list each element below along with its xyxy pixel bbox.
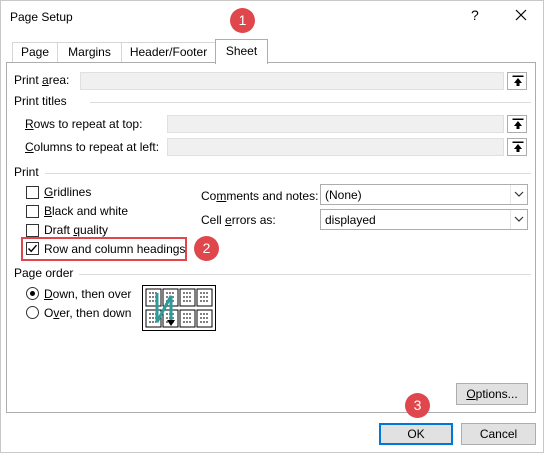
comments-pre: Co	[201, 189, 217, 203]
cell-errors-pre: Cell	[201, 213, 226, 227]
close-icon[interactable]	[510, 4, 532, 26]
gridlines-rest: ridlines	[53, 185, 92, 199]
draft-rest: uality	[80, 223, 109, 237]
over-then-down-label[interactable]: Over, then down	[44, 306, 131, 320]
black-and-white-checkbox[interactable]	[26, 205, 39, 218]
draft-quality-label[interactable]: Draft quality	[44, 223, 108, 237]
tab-sheet[interactable]: Sheet	[215, 39, 268, 64]
down-over-rest: own, then over	[52, 287, 132, 301]
annotation-badge-1: 1	[230, 8, 255, 33]
gridlines-checkbox[interactable]	[26, 186, 39, 199]
comments-notes-label: Comments and notes:	[201, 189, 318, 203]
comments-rest: ments and notes:	[226, 189, 319, 203]
cell-errors-rest: rrors as:	[231, 213, 276, 227]
options-accel: O	[466, 387, 476, 401]
over-down-pre: O	[44, 306, 54, 320]
print-area-label-accel: a	[42, 73, 49, 87]
tab-strip: Page Margins Header/Footer Sheet	[6, 39, 536, 64]
page-order-header: Page order	[14, 266, 74, 280]
cell-errors-value: displayed	[325, 213, 376, 227]
annotation-badge-2: 2	[194, 236, 219, 261]
cell-errors-label: Cell errors as:	[201, 213, 276, 227]
rows-label-rest: ows to repeat at top:	[33, 117, 143, 131]
row-column-headings-checkbox[interactable]	[26, 242, 39, 255]
black-white-rest: lack and white	[52, 204, 129, 218]
draft-pre: Draft	[44, 223, 74, 237]
chevron-down-icon	[510, 210, 527, 229]
tab-page[interactable]: Page	[12, 42, 58, 63]
columns-to-repeat-input[interactable]	[167, 138, 504, 156]
chevron-down-icon	[510, 185, 527, 204]
down-then-over-radio[interactable]	[26, 287, 39, 300]
draft-quality-checkbox[interactable]	[26, 224, 39, 237]
print-area-collapse-button[interactable]	[507, 72, 527, 90]
rows-to-repeat-input[interactable]	[167, 115, 504, 133]
comments-notes-select[interactable]: (None)	[320, 184, 528, 205]
print-area-label: Print area:	[14, 73, 69, 87]
black-white-accel: B	[44, 204, 53, 218]
print-header: Print	[14, 165, 39, 179]
print-titles-header: Print titles	[14, 94, 67, 108]
tab-header-footer[interactable]: Header/Footer	[121, 42, 216, 63]
print-area-input[interactable]	[80, 72, 504, 90]
down-then-over-label[interactable]: Down, then over	[44, 287, 131, 301]
rows-to-repeat-label: Rows to repeat at top:	[25, 117, 142, 131]
columns-label-rest: olumns to repeat at left:	[33, 140, 160, 154]
comments-accel: m	[216, 189, 227, 203]
annotation-badge-3: 3	[405, 393, 430, 418]
options-rest: ptions...	[475, 387, 518, 401]
columns-to-repeat-label: Columns to repeat at left:	[25, 140, 159, 154]
cancel-button[interactable]: Cancel	[461, 423, 536, 445]
help-icon[interactable]: ?	[471, 7, 479, 23]
page-setup-dialog: Page Setup ? Page Margins Header/Footer …	[0, 0, 544, 453]
gridlines-label[interactable]: Gridlines	[44, 185, 91, 199]
print-area-label-suffix: rea:	[48, 73, 70, 87]
rows-label-accel: R	[25, 117, 34, 131]
print-area-label-prefix: Print	[14, 73, 43, 87]
rows-collapse-button[interactable]	[507, 115, 527, 133]
ok-button[interactable]: OK	[379, 423, 453, 445]
page-order-preview	[142, 285, 216, 331]
cell-errors-accel: e	[225, 213, 232, 227]
columns-collapse-button[interactable]	[507, 138, 527, 156]
title-bar: Page Setup ?	[1, 1, 544, 33]
row-column-headings-label[interactable]: Row and column headings	[44, 242, 185, 256]
down-over-accel: D	[44, 287, 53, 301]
comments-notes-value: (None)	[325, 188, 362, 202]
black-and-white-label[interactable]: Black and white	[44, 204, 128, 218]
options-button[interactable]: Options...	[456, 383, 528, 405]
gridlines-accel: G	[44, 185, 54, 199]
page-order-divider	[79, 274, 531, 275]
over-down-rest: er, then down	[59, 306, 132, 320]
over-then-down-radio[interactable]	[26, 306, 39, 319]
tab-margins[interactable]: Margins	[57, 42, 122, 63]
print-divider	[45, 173, 531, 174]
print-titles-divider	[90, 102, 531, 103]
columns-label-accel: C	[25, 140, 34, 154]
cell-errors-select[interactable]: displayed	[320, 209, 528, 230]
dialog-title: Page Setup	[10, 10, 73, 24]
